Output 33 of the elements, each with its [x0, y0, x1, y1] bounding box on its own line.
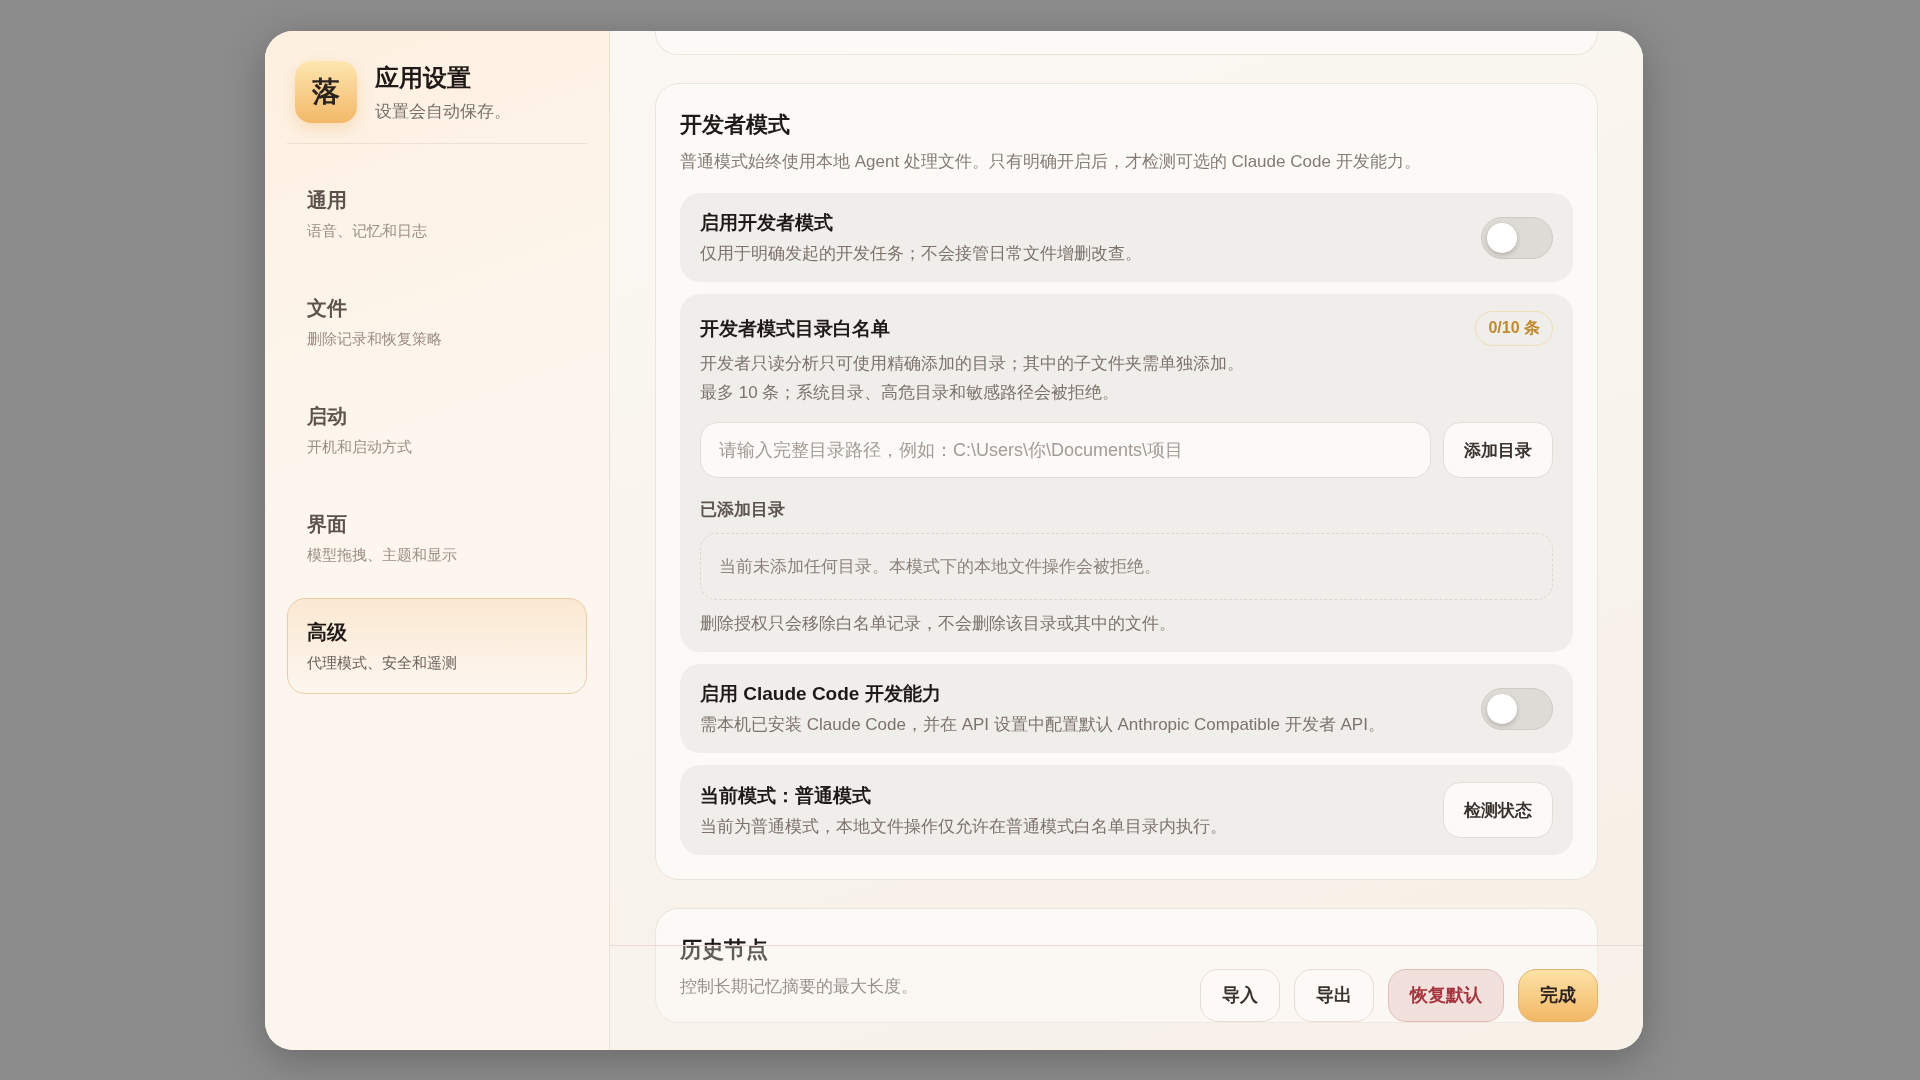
list-label: 已添加目录 — [700, 499, 786, 521]
dialog-subtitle: 设置会自动保存。 — [375, 100, 511, 123]
section-title: 开发者模式 — [680, 111, 791, 139]
setting-description: 仅用于明确发起的开发任务；不会接管日常文件增删改查。 — [700, 243, 1142, 265]
sidebar-item[interactable]: 通用 语音、记忆和日志 — [287, 166, 587, 262]
setting-title: 启用开发者模式 — [700, 211, 834, 235]
setting-title: 启用 Claude Code 开发能力 — [700, 682, 942, 706]
footer-button[interactable]: 恢复默认 — [1388, 968, 1504, 1022]
dialog-title: 应用设置 — [375, 62, 472, 93]
footer-button[interactable]: 完成 — [1518, 968, 1598, 1022]
setting-description: 最多 10 条；系统目录、高危目录和敏感路径会被拒绝。 — [700, 382, 1121, 404]
toggle-switch[interactable] — [1481, 687, 1553, 730]
setting-title: 当前模式：普通模式 — [700, 783, 872, 808]
setting-description: 开发者只读分析只可使用精确添加的目录；其中的子文件夹需单独添加。 — [700, 353, 1245, 375]
section-description: 控制长期记忆摘要的最大长度。 — [680, 976, 918, 998]
app-logo: 落 — [295, 61, 357, 123]
setting-description: 当前为普通模式，本地文件操作仅允许在普通模式白名单目录内执行。 — [700, 815, 1227, 838]
add-directory-button[interactable]: 添加目录 — [1443, 422, 1553, 478]
sidebar-item[interactable]: 界面 模型拖拽、主题和显示 — [287, 490, 587, 586]
toggle-switch[interactable] — [1481, 216, 1553, 259]
setting-description: 需本机已安装 Claude Code，并在 API 设置中配置默认 Anthropic Compatible 开发者 API。 — [700, 714, 1385, 736]
sidebar-item[interactable]: 高级 代理模式、安全和遥测 — [287, 598, 587, 694]
sidebar-item[interactable]: 启动 开机和启动方式 — [287, 382, 587, 478]
sidebar-item[interactable]: 文件 删除记录和恢复策略 — [287, 274, 587, 370]
section-title: 历史节点 — [680, 936, 769, 964]
check-status-button[interactable]: 检测状态 — [1443, 782, 1553, 838]
section-description: 普通模式始终使用本地 Agent 处理文件。只有明确开启后，才检测可选的 Claude Code 开发能力。 — [680, 151, 1421, 173]
setting-title: 开发者模式目录白名单 — [700, 316, 890, 341]
footer-button[interactable]: 导入 — [1200, 968, 1280, 1022]
empty-state: 当前未添加任何目录。本模式下的本地文件操作会被拒绝。 — [700, 533, 1553, 600]
note-text: 删除授权只会移除白名单记录，不会删除该目录或其中的文件。 — [700, 613, 1177, 635]
footer-button[interactable]: 导出 — [1294, 968, 1374, 1022]
path-input-field[interactable]: 请输入完整目录路径，例如：C:\Users\你\Documents\项目 — [700, 422, 1431, 478]
